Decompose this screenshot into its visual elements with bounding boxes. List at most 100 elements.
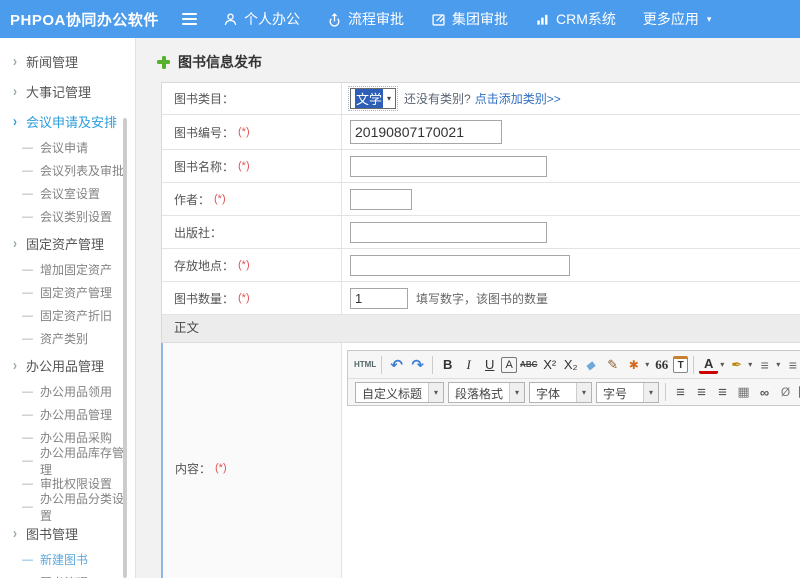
sidebar-item-meeting[interactable]: ›会议申请及安排	[0, 106, 135, 136]
required-mark: (*)	[238, 126, 250, 138]
format-brush-icon[interactable]: ✎	[603, 354, 622, 375]
quantity-label: 图书数量：	[174, 290, 234, 307]
justify-button[interactable]: ▦	[734, 382, 753, 403]
sidebar-subitem-asset-manage[interactable]: —固定资产管理	[0, 281, 135, 304]
bold-button[interactable]: B	[438, 354, 457, 375]
editor-toolbar-row1: HTML ↶ ↷ B I U A ABC X²	[348, 351, 800, 378]
sidebar-item-supplies[interactable]: ›办公用品管理	[0, 350, 135, 380]
italic-button[interactable]: I	[459, 354, 478, 375]
form-row-location: 存放地点：(*)	[162, 249, 800, 282]
nav-item-crm-system[interactable]: CRM系统	[535, 9, 616, 29]
book-no-input[interactable]	[350, 120, 502, 144]
ordered-list-button[interactable]: ≡	[755, 354, 774, 375]
dash-icon: —	[22, 188, 33, 200]
paste-icon[interactable]: T	[673, 356, 688, 373]
book-form: 图书类目： 文学 ▾ 还没有类别? 点击添加类别>> 图书编号：(*)	[161, 82, 800, 578]
quantity-input[interactable]	[350, 288, 408, 309]
sidebar-subitem-book-new[interactable]: —新建图书	[0, 548, 135, 571]
editor-content-area[interactable]	[347, 406, 800, 578]
location-label: 存放地点：	[174, 257, 234, 274]
highlight-pen-icon[interactable]: ✒	[727, 354, 746, 375]
dash-icon: —	[22, 409, 33, 421]
superscript-button[interactable]: X²	[540, 354, 559, 375]
category-hint: 还没有类别?	[404, 90, 471, 107]
dash-icon: —	[22, 432, 33, 444]
caret-down-icon[interactable]: ▾	[645, 360, 649, 369]
blockquote-button[interactable]: 66	[652, 354, 671, 375]
nav-item-group-approval[interactable]: 集团审批	[431, 9, 508, 29]
sidebar-subitem-asset-depreciation[interactable]: —固定资产折旧	[0, 304, 135, 327]
caret-down-icon[interactable]: ▾	[748, 360, 752, 369]
chevron-right-icon: ›	[13, 525, 17, 542]
book-name-input[interactable]	[350, 156, 547, 177]
align-left-button[interactable]: ≡	[671, 382, 690, 403]
paint-format-icon[interactable]: ✱	[624, 354, 643, 375]
dash-icon: —	[22, 287, 33, 299]
caret-down-icon: ▾	[643, 383, 658, 402]
green-plus-icon	[157, 56, 170, 69]
eraser-icon[interactable]: ◆	[579, 354, 604, 375]
custom-heading-dropdown[interactable]: 自定义标题▾	[355, 382, 444, 403]
caret-down-icon[interactable]: ▾	[720, 360, 724, 369]
caret-down-icon: ▾	[576, 383, 591, 402]
chevron-right-icon: ›	[13, 235, 17, 252]
author-input[interactable]	[350, 189, 412, 210]
strikethrough-button[interactable]: ABC	[519, 354, 538, 375]
sidebar: ›新闻管理 ›大事记管理 ›会议申请及安排 —会议申请 —会议列表及审批 —会议…	[0, 38, 136, 578]
underline-button[interactable]: U	[480, 354, 499, 375]
required-mark: (*)	[238, 160, 250, 172]
font-size-dropdown[interactable]: 字号▾	[596, 382, 659, 403]
caret-down-icon[interactable]: ▾	[776, 360, 780, 369]
sidebar-subitem-supplies-stock[interactable]: —办公用品库存管理	[0, 449, 135, 472]
link-icon[interactable]: ∞	[755, 382, 774, 403]
align-right-button[interactable]: ≡	[713, 382, 732, 403]
dash-icon: —	[22, 501, 33, 513]
nav-item-process-approval[interactable]: 流程审批	[327, 9, 404, 29]
chevron-right-icon: ›	[13, 53, 17, 70]
dash-icon: —	[22, 142, 33, 154]
paragraph-format-dropdown[interactable]: 段落格式▾	[448, 382, 525, 403]
sidebar-subitem-meeting-list[interactable]: —会议列表及审批	[0, 159, 135, 182]
nav-item-personal-office[interactable]: 个人办公	[223, 9, 300, 29]
sidebar-subitem-book-manage[interactable]: —图书管理	[0, 571, 135, 578]
caret-down-icon: ▾	[428, 383, 443, 402]
align-center-button[interactable]: ≡	[692, 382, 711, 403]
dash-icon: —	[22, 211, 33, 223]
sidebar-subitem-supplies-manage[interactable]: —办公用品管理	[0, 403, 135, 426]
form-row-category: 图书类目： 文学 ▾ 还没有类别? 点击添加类别>>	[162, 83, 800, 115]
sidebar-item-assets[interactable]: ›固定资产管理	[0, 228, 135, 258]
sidebar-scrollbar[interactable]	[123, 118, 127, 578]
sidebar-subitem-meeting-room[interactable]: —会议室设置	[0, 182, 135, 205]
author-label: 作者：	[174, 191, 210, 208]
font-family-dropdown[interactable]: 字体▾	[529, 382, 592, 403]
font-style-button[interactable]: A	[501, 357, 517, 373]
category-select[interactable]: 文学 ▾	[350, 88, 396, 109]
form-row-publisher: 出版社：	[162, 216, 800, 249]
hamburger-menu-icon[interactable]	[178, 9, 201, 29]
publisher-input[interactable]	[350, 222, 547, 243]
sidebar-subitem-supplies-category[interactable]: —办公用品分类设置	[0, 495, 135, 518]
sidebar-item-events[interactable]: ›大事记管理	[0, 76, 135, 106]
unlink-icon[interactable]: Ø	[776, 382, 795, 403]
sidebar-subitem-asset-add[interactable]: —增加固定资产	[0, 258, 135, 281]
location-input[interactable]	[350, 255, 570, 276]
sidebar-item-news[interactable]: ›新闻管理	[0, 46, 135, 76]
book-name-label: 图书名称：	[174, 158, 234, 175]
sidebar-subitem-supplies-claim[interactable]: —办公用品领用	[0, 380, 135, 403]
sidebar-subitem-meeting-category[interactable]: —会议类别设置	[0, 205, 135, 228]
dash-icon: —	[22, 310, 33, 322]
sidebar-subitem-meeting-apply[interactable]: —会议申请	[0, 136, 135, 159]
subscript-button[interactable]: X₂	[561, 354, 580, 375]
required-mark: (*)	[214, 193, 226, 205]
bullet-list-button[interactable]: ≡	[783, 354, 800, 375]
nav-item-more-apps[interactable]: 更多应用 ▾	[643, 9, 712, 29]
undo-icon[interactable]: ↶	[387, 354, 406, 375]
font-color-button[interactable]: A	[699, 356, 718, 374]
redo-icon[interactable]: ↷	[408, 354, 427, 375]
sidebar-subitem-asset-category[interactable]: —资产类别	[0, 327, 135, 350]
add-category-link[interactable]: 点击添加类别>>	[475, 90, 561, 107]
dash-icon: —	[22, 333, 33, 345]
html-source-button[interactable]: HTML	[354, 354, 376, 375]
form-row-author: 作者： (*)	[162, 183, 800, 216]
bar-chart-icon	[535, 12, 550, 27]
